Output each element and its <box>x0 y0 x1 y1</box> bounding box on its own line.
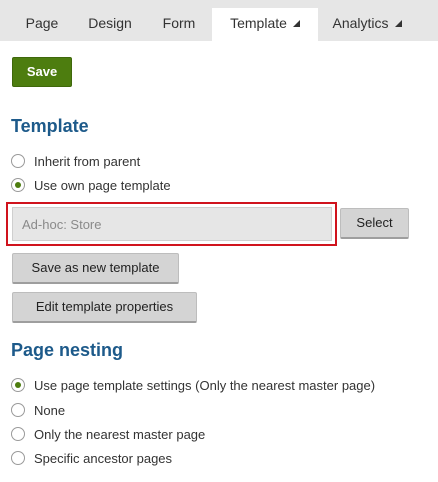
radio-label: Inherit from parent <box>34 153 141 169</box>
radio-nearest-master-page[interactable]: Only the nearest master page <box>11 425 205 443</box>
radio-button-checked-icon <box>11 378 25 392</box>
tab-template[interactable]: Template <box>212 8 318 41</box>
radio-specific-ancestor-pages[interactable]: Specific ancestor pages <box>11 449 172 467</box>
tab-page[interactable]: Page <box>14 8 70 41</box>
save-button[interactable]: Save <box>12 57 72 87</box>
edit-template-properties-button[interactable]: Edit template properties <box>12 292 197 323</box>
tab-label: Page <box>25 15 59 31</box>
radio-label: Use own page template <box>34 177 171 193</box>
radio-button-checked-icon <box>11 178 25 192</box>
tab-label: Analytics <box>332 15 389 31</box>
radio-inherit-from-parent[interactable]: Inherit from parent <box>11 152 140 170</box>
tab-label: Design <box>88 15 132 31</box>
dropdown-caret-icon <box>292 19 300 27</box>
tab-analytics[interactable]: Analytics <box>322 8 412 41</box>
tab-label: Template <box>230 15 287 31</box>
radio-none[interactable]: None <box>11 401 65 419</box>
template-section-title: Template <box>11 116 89 136</box>
dropdown-caret-icon <box>394 19 402 27</box>
radio-label: None <box>34 402 66 418</box>
tab-form[interactable]: Form <box>150 8 208 41</box>
radio-label: Use page template settings (Only the nea… <box>34 377 376 393</box>
template-name-field[interactable] <box>12 207 332 241</box>
save-as-new-template-button[interactable]: Save as new template <box>12 253 179 284</box>
radio-button-icon <box>11 427 25 441</box>
tab-label: Form <box>162 15 196 31</box>
radio-button-icon <box>11 451 25 465</box>
radio-use-template-settings[interactable]: Use page template settings (Only the nea… <box>11 376 375 394</box>
radio-button-icon <box>11 154 25 168</box>
radio-use-own-template[interactable]: Use own page template <box>11 176 171 194</box>
tab-design[interactable]: Design <box>78 8 142 41</box>
page-nesting-section-title: Page nesting <box>11 340 124 360</box>
radio-button-icon <box>11 403 25 417</box>
radio-label: Only the nearest master page <box>34 426 206 442</box>
tab-bar: Page Design Form Template Analytics <box>0 0 438 41</box>
select-template-button[interactable]: Select <box>340 208 409 239</box>
radio-label: Specific ancestor pages <box>34 450 173 466</box>
